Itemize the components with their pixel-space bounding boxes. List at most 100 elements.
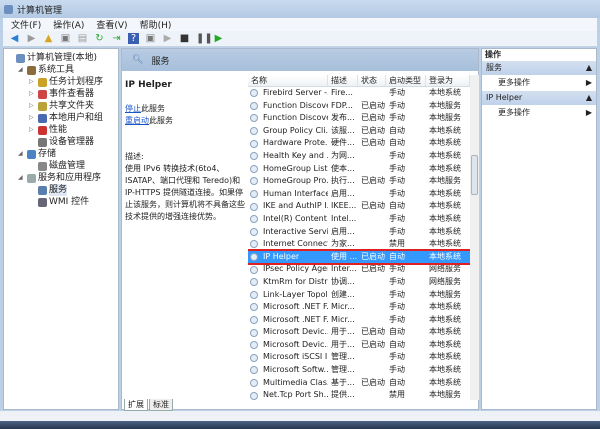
service-row[interactable]: Microsoft Devic... 用于... 已启动 自动 本地系统: [248, 326, 470, 339]
up-folder-icon[interactable]: ▲: [43, 33, 54, 44]
cell-status: [358, 163, 386, 176]
more-actions-ip-helper[interactable]: 更多操作 ▶: [482, 105, 596, 121]
service-row[interactable]: IP Helper 使用 ... 已启动 自动 本地系统: [248, 248, 470, 266]
show-tree-icon[interactable]: ▣: [60, 33, 71, 44]
service-row[interactable]: Hardware Prote... 硬件... 已启动 自动 本地系统: [248, 137, 470, 150]
service-row[interactable]: Link-Layer Topol...创建... 手动 本地服务: [248, 289, 470, 302]
column-log-on-as[interactable]: 登录为: [426, 75, 470, 86]
start-service-icon[interactable]: ▶: [162, 33, 173, 44]
service-row[interactable]: KtmRm for Distri...协调... 手动 网络服务: [248, 276, 470, 289]
stop-service-link[interactable]: 停止: [125, 104, 141, 113]
stop-service-icon[interactable]: ■: [179, 33, 190, 44]
cell-log-on-as: 本地服务: [429, 176, 461, 186]
service-row[interactable]: Function Discove...发布... 已启动手动 本地服务: [248, 112, 470, 125]
cell-description: Inter...: [331, 264, 357, 274]
service-row[interactable]: Microsoft Devic... 用于... 已启动 自动 本地系统: [248, 339, 470, 352]
tab-extended[interactable]: 扩展: [124, 399, 148, 411]
service-row[interactable]: Microsoft iSCSI I... 管理... 手动 本地系统: [248, 351, 470, 364]
tree-item[interactable]: ▷ 任务计划程序: [4, 76, 118, 88]
export-icon[interactable]: ⇥: [111, 33, 122, 44]
service-row[interactable]: Multimedia Clas... 基于... 已启动 自动 本地系统: [248, 377, 470, 390]
tree-item[interactable]: 计算机管理(本地): [4, 52, 118, 64]
service-row[interactable]: Group Policy Cli... 该服... 已启动 自动 本地系统: [248, 125, 470, 138]
tree-item-label: 任务计划程序: [49, 77, 104, 87]
menu-file[interactable]: 文件(F): [11, 18, 41, 31]
more-actions-services[interactable]: 更多操作 ▶: [482, 75, 596, 91]
column-name[interactable]: 名称: [248, 75, 328, 86]
help-icon[interactable]: ?: [128, 33, 139, 44]
tree-item[interactable]: ◢ 服务和应用程序: [4, 172, 118, 184]
tree-item[interactable]: ▷ 事件查看器: [4, 88, 118, 100]
service-row[interactable]: Interactive Servi...启用... 手动 本地系统: [248, 226, 470, 239]
service-row[interactable]: Microsoft .NET F... Micr... 手动 本地系统: [248, 314, 470, 327]
cell-description: 用于...: [331, 327, 355, 337]
service-row[interactable]: Health Key and ... 为网... 手动 本地系统: [248, 150, 470, 163]
column-status[interactable]: 状态: [358, 75, 386, 86]
service-gear-icon: [250, 265, 258, 274]
tree-item[interactable]: ◢ 存储: [4, 148, 118, 160]
refresh-icon[interactable]: ↻: [94, 33, 105, 44]
service-name: Microsoft Softw...: [263, 365, 328, 375]
menu-view[interactable]: 查看(V): [96, 18, 127, 31]
service-name: IP Helper: [125, 80, 172, 90]
service-row[interactable]: Firebird Server -... Fire... 手动 本地系统: [248, 87, 470, 100]
service-row[interactable]: IKE and AuthIP I... IKEE... 已启动 自动 本地系统: [248, 200, 470, 213]
expand-arrow-icon[interactable]: ▷: [29, 124, 36, 136]
service-row[interactable]: Function Discove...FDP... 已启动手动 本地服务: [248, 100, 470, 113]
tree-item[interactable]: 磁盘管理: [4, 160, 118, 172]
service-row[interactable]: Net.Tcp Port Sh... 提供... 禁用 本地服务: [248, 389, 470, 400]
expand-arrow-icon[interactable]: ▷: [29, 100, 36, 112]
cell-status: 已启动: [361, 264, 385, 274]
pause-service-icon[interactable]: ❚❚: [196, 33, 213, 44]
tree-item[interactable]: ▷ 本地用户和组: [4, 112, 118, 124]
tree-item[interactable]: WMI 控件: [4, 196, 118, 208]
service-row[interactable]: Microsoft .NET F... Micr... 手动 本地系统: [248, 301, 470, 314]
menu-help[interactable]: 帮助(H): [140, 18, 172, 31]
service-row[interactable]: Internet Connect...为家... 禁用 本地系统: [248, 238, 470, 251]
menu-action[interactable]: 操作(A): [53, 18, 84, 31]
service-name: Firebird Server -...: [263, 88, 328, 97]
service-row[interactable]: Human Interface...启用... 手动 本地系统: [248, 188, 470, 201]
column-startup-type[interactable]: 启动类型: [386, 75, 426, 86]
service-row[interactable]: HomeGroup Pro... 执行... 已启动 手动 本地服务: [248, 175, 470, 188]
collapse-icon[interactable]: ▲: [586, 91, 592, 105]
expand-arrow-icon[interactable]: ▷: [29, 112, 36, 124]
vertical-scrollbar[interactable]: [470, 75, 479, 400]
actions-title: 操作: [485, 50, 501, 59]
scrollbar-thumb[interactable]: [471, 155, 478, 195]
forward-icon[interactable]: ▶: [26, 33, 37, 44]
tree-item[interactable]: 服务: [4, 184, 118, 196]
properties-icon[interactable]: ▤: [77, 33, 88, 44]
expand-arrow-icon[interactable]: ◢: [18, 172, 25, 184]
back-icon[interactable]: ◀: [9, 33, 20, 44]
expand-arrow-icon[interactable]: ▷: [29, 76, 36, 88]
action-pane-icon[interactable]: ▣: [145, 33, 156, 44]
tab-standard[interactable]: 标准: [149, 399, 173, 411]
tree-item[interactable]: ▷ 共享文件夹: [4, 100, 118, 112]
expand-arrow-icon[interactable]: ▷: [29, 88, 36, 100]
actions-section-ip-helper[interactable]: IP Helper ▲: [482, 91, 596, 105]
tree-item-label: 服务和应用程序: [38, 173, 102, 183]
expand-arrow-icon[interactable]: ◢: [18, 64, 25, 76]
expand-arrow-icon[interactable]: ◢: [18, 148, 25, 160]
restart-service-link[interactable]: 重启动: [125, 116, 149, 125]
cell-status: [358, 389, 386, 400]
tree-item[interactable]: ▷ 性能: [4, 124, 118, 136]
service-row[interactable]: Intel(R) Content ...Intel... 手动 本地系统: [248, 213, 470, 226]
cell-log-on-as: 本地服务: [429, 390, 461, 400]
cell-description: 为网...: [331, 150, 355, 160]
tree-item-label: 事件查看器: [49, 89, 95, 99]
tree-item[interactable]: 设备管理器: [4, 136, 118, 148]
cell-startup-type: 自动: [389, 327, 405, 337]
service-row[interactable]: HomeGroup List... 使本... 手动 本地系统: [248, 163, 470, 176]
cell-log-on-as: 本地系统: [429, 213, 461, 223]
tree-item[interactable]: ◢ 系统工具: [4, 64, 118, 76]
restart-service-icon[interactable]: ▶: [213, 33, 224, 44]
service-row[interactable]: IPsec Policy AgentInter... 已启动手动 网络服务: [248, 263, 470, 276]
cell-name: Microsoft Devic...: [248, 339, 328, 352]
service-row[interactable]: Microsoft Softw... 管理... 手动 本地系统: [248, 364, 470, 377]
collapse-icon[interactable]: ▲: [586, 61, 592, 75]
actions-section-services[interactable]: 服务 ▲: [482, 61, 596, 75]
column-description[interactable]: 描述: [328, 75, 358, 86]
service-gear-icon: [250, 253, 258, 262]
